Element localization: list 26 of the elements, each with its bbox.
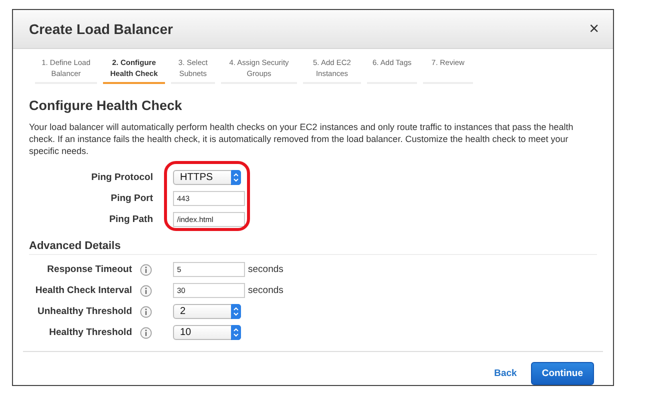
section-heading: Advanced Details bbox=[29, 240, 597, 255]
field-label: Healthy Threshold bbox=[48, 327, 132, 338]
select-dropdown[interactable]: HTTPS bbox=[173, 170, 241, 185]
close-button[interactable]: × bbox=[589, 19, 599, 39]
field-label: Ping Port bbox=[110, 193, 154, 204]
info-icon[interactable] bbox=[140, 306, 152, 318]
description-text: Your load balancer will automatically perform health checks on your EC2 instances and only route traffic to instances that pass the health check. If an instance fails the health check, it is automatically removed from the load balancer. Customize the health check to meet your specific needs. bbox=[29, 121, 574, 157]
select-dropdown[interactable]: 2 bbox=[173, 304, 241, 319]
chevron-icon bbox=[231, 304, 241, 319]
field-label: Unhealthy Threshold bbox=[36, 306, 132, 317]
info-icon[interactable] bbox=[140, 264, 152, 276]
dialog-title: Create Load Balancer bbox=[29, 21, 174, 37]
unit-label: seconds bbox=[248, 264, 284, 275]
chevron-icon bbox=[231, 170, 241, 185]
back-link[interactable]: Back bbox=[488, 367, 523, 380]
section-heading: Configure Health Check bbox=[29, 98, 184, 113]
unit-label: seconds bbox=[248, 285, 284, 296]
info-icon[interactable] bbox=[140, 326, 152, 338]
info-icon[interactable] bbox=[140, 284, 152, 296]
field-label: Ping Protocol bbox=[90, 172, 154, 183]
chevron-icon bbox=[231, 325, 241, 340]
continue-button[interactable]: Continue bbox=[530, 362, 594, 385]
select-dropdown[interactable]: 10 bbox=[173, 325, 241, 340]
field-label: Ping Path bbox=[108, 214, 154, 225]
field-label: Health Check Interval bbox=[34, 285, 132, 296]
field-label: Response Timeout bbox=[46, 264, 132, 275]
